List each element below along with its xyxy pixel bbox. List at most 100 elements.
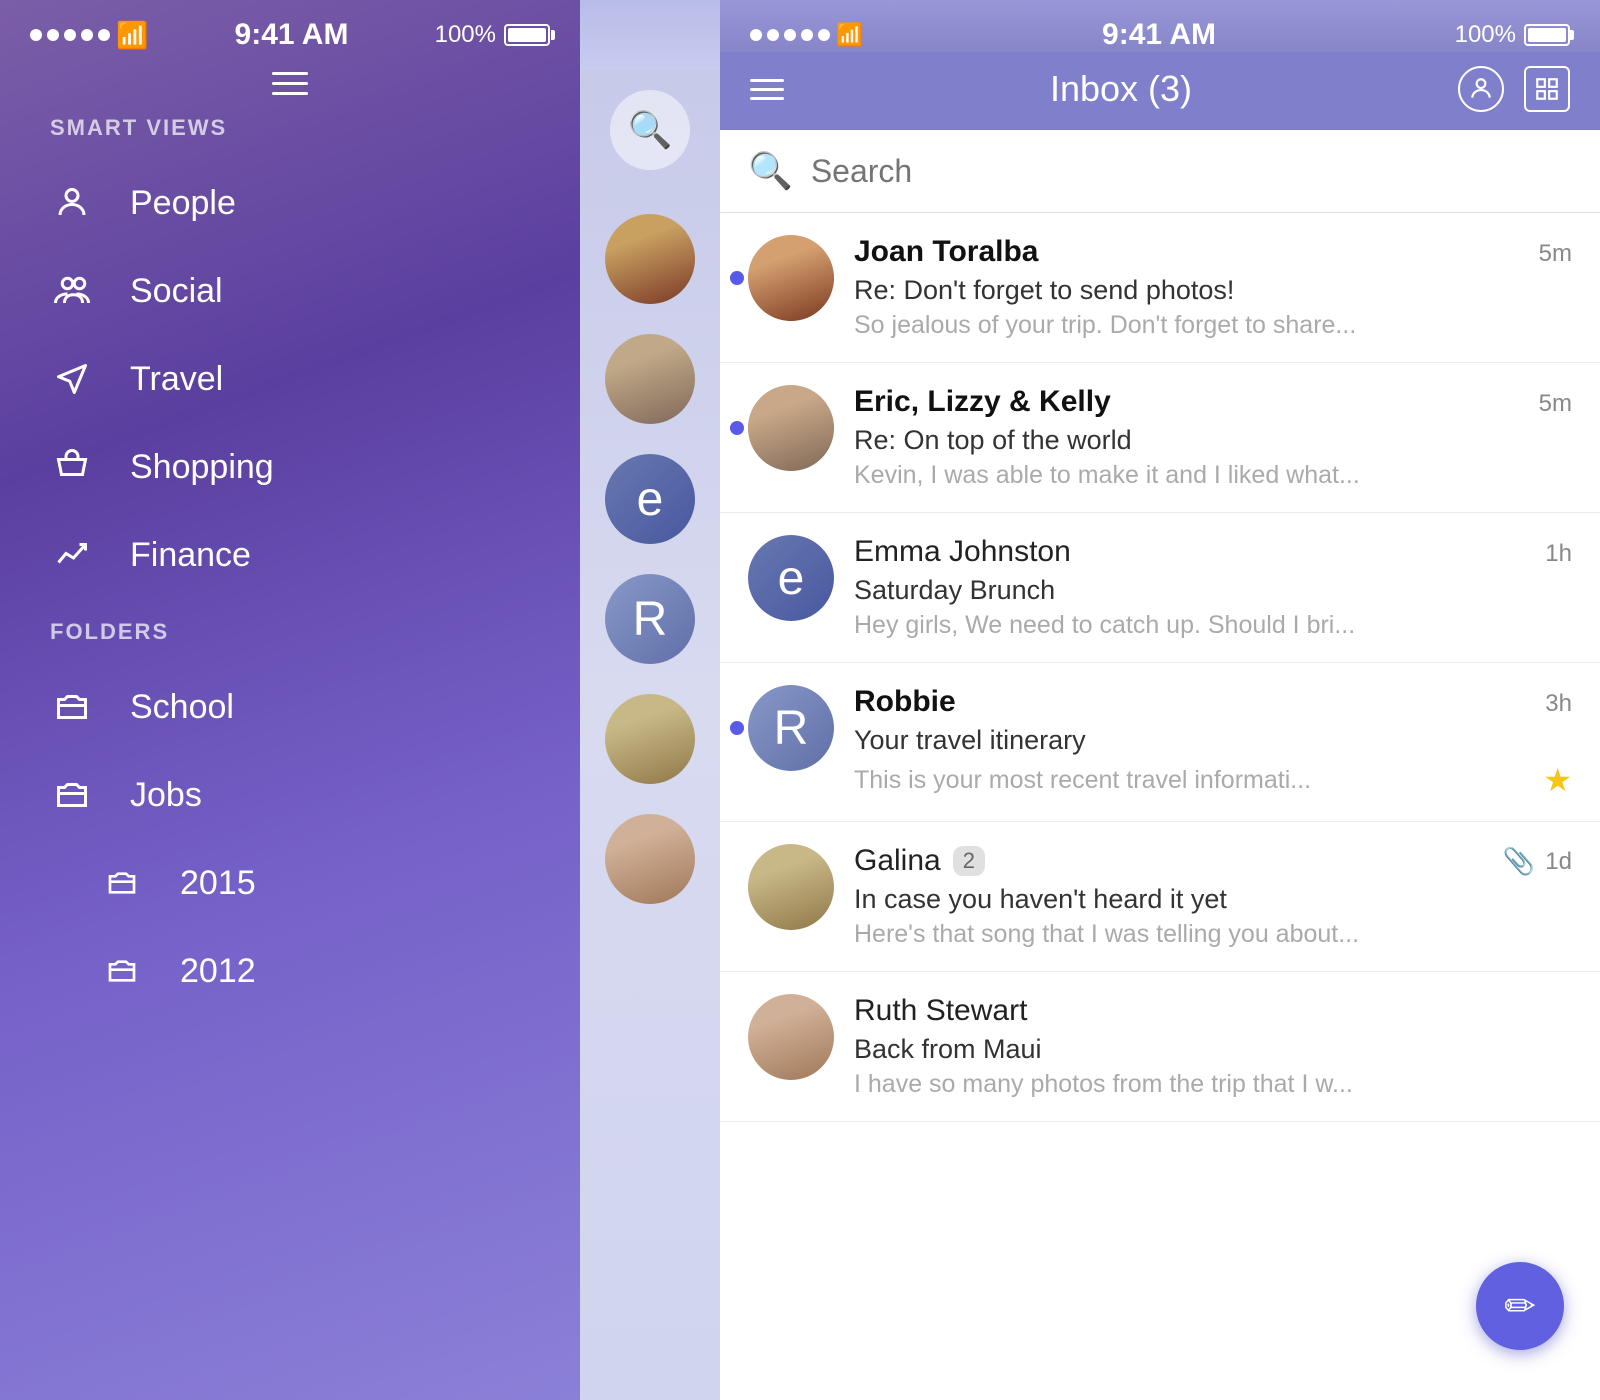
sidebar-item-school[interactable]: School <box>0 663 580 751</box>
email-item-eric[interactable]: Eric, Lizzy & Kelly 5m Re: On top of the… <box>720 363 1600 513</box>
middle-avatar-emma[interactable]: e <box>605 454 695 544</box>
layout-button[interactable] <box>1524 66 1570 112</box>
r-dot4 <box>801 29 813 41</box>
galina-avatar <box>748 844 834 930</box>
ruth-wrap <box>748 994 834 1080</box>
joan-time: 5m <box>1539 240 1572 268</box>
joan-subject: Re: Don't forget to send photos! <box>854 275 1572 306</box>
dot1 <box>30 29 42 41</box>
folder-2012-label: 2012 <box>180 952 256 991</box>
joan-email-content: Joan Toralba 5m Re: Don't forget to send… <box>854 235 1572 340</box>
dot5 <box>98 29 110 41</box>
robbie-top-row: Robbie 3h <box>854 685 1572 719</box>
travel-icon <box>50 357 94 401</box>
galina-subject: In case you haven't heard it yet <box>854 884 1572 915</box>
ruth-sender: Ruth Stewart <box>854 994 1027 1028</box>
email-item-joan[interactable]: Joan Toralba 5m Re: Don't forget to send… <box>720 213 1600 363</box>
galina-sender: Galina <box>854 844 941 878</box>
galina-wrap <box>748 844 834 930</box>
r-ham-1 <box>750 79 784 82</box>
email-item-galina[interactable]: Galina 2 📎 1d In case you haven't heard … <box>720 822 1600 972</box>
email-item-robbie[interactable]: R Robbie 3h Your travel itinerary This i… <box>720 663 1600 822</box>
robbie-email-content: Robbie 3h Your travel itinerary This is … <box>854 685 1572 799</box>
joan-avatar-img <box>748 235 834 321</box>
hamburger-button[interactable] <box>272 72 308 95</box>
email-item-ruth[interactable]: Ruth Stewart Back from Maui I have so ma… <box>720 972 1600 1122</box>
sidebar-item-2012[interactable]: 2012 <box>0 927 580 1015</box>
middle-avatar-joan[interactable] <box>605 214 695 304</box>
eric-avatar <box>748 385 834 471</box>
galina-email-content: Galina 2 📎 1d In case you haven't heard … <box>854 844 1572 949</box>
emma-email-content: Emma Johnston 1h Saturday Brunch Hey gir… <box>854 535 1572 640</box>
galina-time: 1d <box>1545 848 1572 876</box>
eric-email-content: Eric, Lizzy & Kelly 5m Re: On top of the… <box>854 385 1572 490</box>
smart-views-label: SMART VIEWS <box>0 115 580 159</box>
emma-top-row: Emma Johnston 1h <box>854 535 1572 569</box>
eric-unread-dot <box>730 421 744 435</box>
travel-label: Travel <box>130 360 223 399</box>
battery-fill <box>508 28 546 42</box>
galina-attach-icon: 📎 <box>1503 846 1535 877</box>
school-label: School <box>130 688 234 727</box>
middle-avatar-eric[interactable] <box>605 334 695 424</box>
profile-button[interactable] <box>1458 66 1504 112</box>
compose-icon: ✏ <box>1504 1284 1536 1329</box>
inbox-nav-row: Inbox (3) <box>720 52 1600 130</box>
sidebar-item-shopping[interactable]: Shopping <box>0 423 580 511</box>
ruth-top-row: Ruth Stewart <box>854 994 1572 1028</box>
eric-subject: Re: On top of the world <box>854 425 1572 456</box>
left-battery-bar <box>504 24 550 46</box>
right-status-bar: 📶 9:41 AM 100% <box>720 0 1600 52</box>
right-battery-fill <box>1528 28 1566 42</box>
wifi-icon: 📶 <box>116 20 148 51</box>
right-wifi-icon: 📶 <box>836 22 863 48</box>
sidebar-item-social[interactable]: Social <box>0 247 580 335</box>
folder-2015-icon <box>100 861 144 905</box>
right-battery-bar <box>1524 24 1570 46</box>
search-input[interactable] <box>811 153 1572 190</box>
r-dot2 <box>767 29 779 41</box>
right-hamburger-icon <box>750 79 784 100</box>
left-phone: 📶 9:41 AM 100% SMART VIEWS People Social <box>0 0 580 1400</box>
right-status-right: 100% <box>1455 21 1570 49</box>
folder-2012-icon <box>100 949 144 993</box>
sidebar-item-2015[interactable]: 2015 <box>0 839 580 927</box>
robbie-star-icon: ★ <box>1543 761 1572 799</box>
ruth-preview: I have so many photos from the trip that… <box>854 1070 1572 1099</box>
dot4 <box>81 29 93 41</box>
right-status-left: 📶 <box>750 22 863 48</box>
middle-search-btn[interactable]: 🔍 <box>610 90 690 170</box>
robbie-subject: Your travel itinerary <box>854 725 1572 756</box>
sidebar-item-jobs[interactable]: Jobs <box>0 751 580 839</box>
middle-avatar-robbie[interactable]: R <box>605 574 695 664</box>
emma-wrap: e <box>748 535 834 621</box>
middle-avatar-galina[interactable] <box>605 694 695 784</box>
email-item-emma[interactable]: e Emma Johnston 1h Saturday Brunch Hey g… <box>720 513 1600 663</box>
r-ham-2 <box>750 88 784 91</box>
eric-unread-wrap <box>748 385 834 471</box>
galina-preview: Here's that song that I was telling you … <box>854 920 1572 949</box>
folder-school-icon <box>50 685 94 729</box>
right-hamburger-button[interactable] <box>750 79 784 100</box>
email-list: Joan Toralba 5m Re: Don't forget to send… <box>720 213 1600 1400</box>
inbox-title: Inbox (3) <box>1050 68 1192 110</box>
ham-line-2 <box>272 82 308 85</box>
r-dot5 <box>818 29 830 41</box>
finance-icon <box>50 533 94 577</box>
sidebar-item-people[interactable]: People <box>0 159 580 247</box>
compose-button[interactable]: ✏ <box>1476 1262 1564 1350</box>
eric-sender: Eric, Lizzy & Kelly <box>854 385 1111 419</box>
right-battery-pct: 100% <box>1455 21 1516 49</box>
robbie-preview-row: This is your most recent travel informat… <box>854 761 1572 799</box>
middle-avatar-ruth[interactable] <box>605 814 695 904</box>
sidebar-item-travel[interactable]: Travel <box>0 335 580 423</box>
middle-search-icon: 🔍 <box>628 109 673 151</box>
r-dot1 <box>750 29 762 41</box>
ruth-avatar <box>748 994 834 1080</box>
left-time: 9:41 AM <box>235 18 349 52</box>
sidebar-item-finance[interactable]: Finance <box>0 511 580 599</box>
joan-top-row: Joan Toralba 5m <box>854 235 1572 269</box>
right-phone: 📶 9:41 AM 100% Inbox (3) <box>720 0 1600 1400</box>
robbie-preview: This is your most recent travel informat… <box>854 766 1543 795</box>
shopping-icon <box>50 445 94 489</box>
